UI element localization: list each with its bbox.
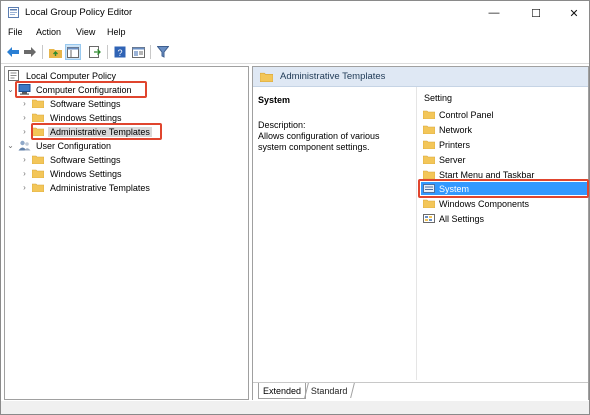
tree-node-user-configuration[interactable]: ⌄ User Configuration	[6, 139, 113, 152]
window: Local Group Policy Editor — ☐ ✕ File Act…	[0, 0, 590, 415]
folder-icon	[423, 170, 435, 179]
folder-icon	[423, 110, 435, 119]
setting-item-label: Control Panel	[439, 109, 494, 120]
menu-bar: File Action View Help	[1, 25, 589, 41]
properties-pane-icon[interactable]	[130, 44, 146, 60]
help-icon[interactable]: ?	[112, 44, 128, 60]
highlight-box	[31, 123, 162, 140]
tree-label: Local Computer Policy	[26, 70, 117, 81]
back-arrow-icon[interactable]	[5, 44, 21, 60]
details-pane: Administrative Templates System Descript…	[252, 66, 589, 400]
tab-standard-label: Standard	[311, 385, 348, 396]
tree-node-user-software-settings[interactable]: › Software Settings	[20, 153, 123, 166]
menu-action[interactable]: Action	[36, 27, 61, 37]
folder-icon	[260, 72, 273, 82]
policy-document-icon	[8, 70, 19, 81]
folder-icon	[423, 125, 435, 134]
chevron-down-icon[interactable]: ⌄	[6, 85, 15, 94]
setting-item-control-panel[interactable]: Control Panel	[421, 108, 587, 121]
show-hide-tree-icon[interactable]	[65, 44, 81, 60]
svg-text:?: ?	[117, 48, 122, 58]
highlight-box	[418, 179, 589, 198]
toolbar-separator	[42, 45, 43, 59]
pane-divider	[416, 87, 417, 380]
chevron-right-icon[interactable]: ›	[20, 169, 29, 178]
tree-label: Windows Settings	[50, 112, 122, 123]
description-label: Description:	[258, 120, 306, 130]
chevron-right-icon[interactable]: ›	[20, 113, 29, 122]
setting-item-label: All Settings	[439, 213, 485, 224]
tab-extended[interactable]: Extended	[258, 383, 307, 399]
toolbar-separator	[150, 45, 151, 59]
users-icon	[18, 140, 31, 151]
folder-icon	[32, 169, 44, 178]
description-text: Allows configuration of various system c…	[258, 131, 380, 152]
highlight-box	[15, 81, 147, 98]
setting-item-network[interactable]: Network	[421, 123, 587, 136]
setting-item-server[interactable]: Server	[421, 153, 587, 166]
tree-label: Administrative Templates	[50, 182, 150, 193]
description-title: System	[258, 95, 291, 105]
folder-icon	[32, 99, 44, 108]
export-list-icon[interactable]	[87, 44, 103, 60]
tree-label: Windows Settings	[50, 168, 122, 179]
forward-arrow-icon[interactable]	[22, 44, 38, 60]
folder-icon	[423, 140, 435, 149]
pane-header: Administrative Templates	[253, 67, 588, 87]
pane-header-title: Administrative Templates	[280, 71, 386, 82]
tree-label: Software Settings	[50, 98, 121, 109]
chevron-right-icon[interactable]: ›	[20, 155, 29, 164]
tree-node-software-settings[interactable]: › Software Settings	[20, 97, 123, 110]
folder-icon	[32, 183, 44, 192]
setting-item-label: Server	[439, 154, 466, 165]
folder-icon	[32, 113, 44, 122]
policy-editor-icon	[8, 7, 19, 18]
setting-item-printers[interactable]: Printers	[421, 138, 587, 151]
setting-item-all-settings[interactable]: All Settings	[421, 212, 587, 225]
up-folder-icon[interactable]	[47, 44, 63, 60]
minimize-button[interactable]: —	[477, 1, 511, 25]
tree-label: Software Settings	[50, 154, 121, 165]
maximize-button[interactable]: ☐	[519, 1, 553, 25]
all-settings-icon	[423, 214, 435, 223]
menu-help[interactable]: Help	[107, 27, 126, 37]
folder-icon	[423, 199, 435, 208]
menu-file[interactable]: File	[8, 27, 23, 37]
setting-column-header[interactable]: Setting	[424, 93, 452, 103]
setting-item-windows-components[interactable]: Windows Components	[421, 197, 587, 210]
chevron-right-icon[interactable]: ›	[20, 127, 29, 136]
toolbar: ?	[1, 41, 589, 64]
tree-label: User Configuration	[36, 140, 112, 151]
close-button[interactable]: ✕	[559, 1, 589, 25]
view-tabs: Extended Standard	[253, 382, 588, 400]
setting-item-label: Windows Components	[439, 198, 530, 209]
toolbar-separator	[107, 45, 108, 59]
setting-item-label: Printers	[439, 139, 471, 150]
window-title: Local Group Policy Editor	[25, 7, 133, 18]
status-bar	[1, 401, 589, 414]
chevron-right-icon[interactable]: ›	[20, 99, 29, 108]
setting-item-label: Network	[439, 124, 473, 135]
folder-icon	[32, 155, 44, 164]
tree-node-user-administrative-templates[interactable]: › Administrative Templates	[20, 181, 152, 194]
setting-item-label: Start Menu and Taskbar	[439, 169, 535, 180]
tab-standard[interactable]: Standard	[304, 383, 355, 398]
chevron-down-icon[interactable]: ⌄	[6, 141, 15, 150]
tree-node-user-windows-settings[interactable]: › Windows Settings	[20, 167, 124, 180]
menu-view[interactable]: View	[76, 27, 95, 37]
title-bar[interactable]: Local Group Policy Editor — ☐ ✕	[1, 1, 589, 25]
tree-pane[interactable]: Local Computer Policy ⌄ Computer Configu…	[4, 66, 249, 400]
folder-icon	[423, 155, 435, 164]
filter-icon[interactable]	[155, 44, 171, 60]
chevron-right-icon[interactable]: ›	[20, 183, 29, 192]
